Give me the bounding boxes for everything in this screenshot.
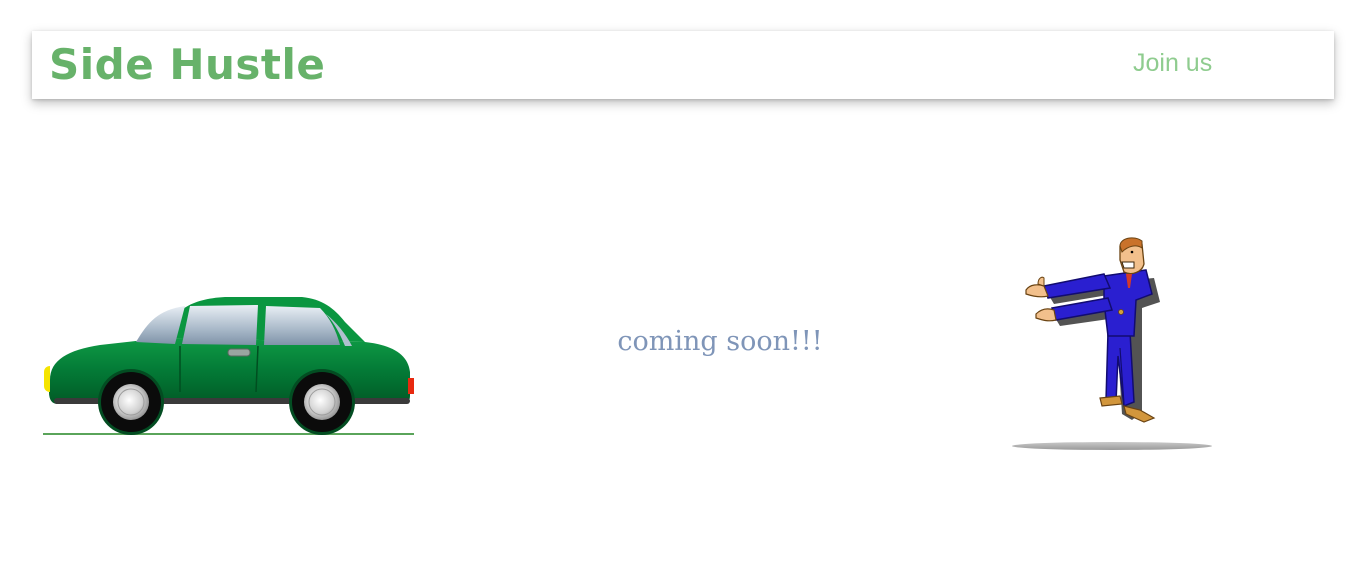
navbar: Side Hustle Join us [32,31,1334,99]
page: Side Hustle Join us coming soon!!! [0,0,1366,574]
join-us-link[interactable]: Join us [1133,46,1212,80]
coming-soon-text: coming soon!!! [617,326,823,357]
presenting-man-image [1012,237,1212,450]
car-image [43,297,414,435]
brand-logo[interactable]: Side Hustle [49,37,325,93]
